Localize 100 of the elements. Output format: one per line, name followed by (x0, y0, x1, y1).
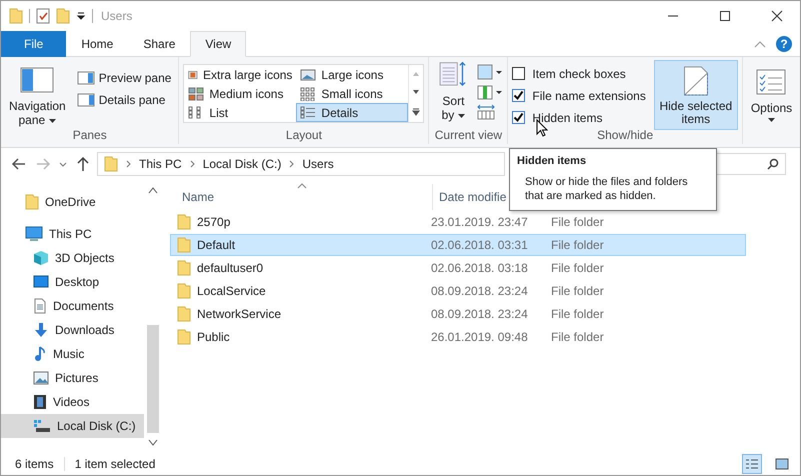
file-row[interactable]: 2570p 23.01.2019. 23:47 File folder (170, 211, 746, 233)
file-name: Default (197, 238, 236, 252)
breadcrumb[interactable]: Users (302, 157, 334, 171)
nav-item[interactable]: Videos (1, 390, 144, 414)
tooltip-text: Show or hide the files and folders that are marked as hidden. (524, 175, 689, 203)
chevron-icon (190, 160, 195, 168)
folder-icon (177, 260, 191, 276)
address-bar[interactable]: This PC Local Disk (C:) Users (97, 152, 505, 176)
scroll-down-icon[interactable] (411, 88, 422, 96)
checkbox[interactable] (512, 111, 526, 124)
grid-view-icon (300, 68, 316, 82)
nav-item[interactable]: OneDrive (1, 190, 144, 214)
ribbon-tab[interactable]: View (190, 31, 246, 57)
layout-option[interactable]: Small icons (296, 84, 408, 103)
folder-icon (177, 306, 191, 322)
breadcrumb[interactable]: Local Disk (C:) (202, 157, 282, 171)
ribbon-tab[interactable]: Home (66, 31, 128, 57)
nav-item[interactable]: This PC (1, 222, 144, 246)
file-row[interactable]: Public 26.01.2019. 09:48 File folder (170, 326, 746, 348)
group-label: Panes (72, 128, 107, 144)
group-by-icon[interactable] (477, 64, 504, 80)
hidden-file-icon (682, 66, 709, 96)
folder-icon (25, 194, 39, 210)
chevron-icon (289, 160, 294, 168)
file-name: Public (197, 330, 230, 344)
pane-button[interactable]: Preview pane (74, 68, 174, 88)
search-icon (767, 158, 779, 170)
type-cell: File folder (551, 261, 604, 275)
scroll-up-icon[interactable] (148, 186, 158, 194)
layout-option[interactable]: Medium icons (184, 84, 296, 103)
checkbox[interactable] (512, 89, 526, 102)
chevron-icon (126, 160, 131, 168)
date-cell-text: 08.09.2018. 23:24 (431, 284, 529, 298)
layout-option[interactable]: List (184, 103, 296, 122)
nav-item[interactable]: Documents (1, 294, 144, 318)
file-name: 2570p (197, 215, 230, 229)
scroll-down-icon[interactable] (148, 439, 158, 447)
navigation-pane-icon (20, 67, 54, 93)
pane-button[interactable]: Details pane (74, 90, 174, 110)
options-icon (756, 69, 786, 95)
add-columns-icon[interactable] (477, 84, 504, 100)
dropdown-icon[interactable] (76, 11, 86, 21)
nav-item[interactable]: Desktop (1, 270, 144, 294)
type-cell: File folder (551, 307, 604, 321)
properties-icon[interactable] (36, 8, 50, 24)
nav-item[interactable]: Downloads (1, 318, 144, 342)
date-cell-text: 08.09.2018. 23:24 (431, 307, 529, 321)
caret-icon (458, 114, 466, 118)
selection-count: 1 item selected (74, 457, 156, 471)
group-label: Current view (434, 128, 502, 144)
breadcrumb[interactable]: This PC (139, 157, 182, 171)
cube-icon (33, 250, 49, 266)
file-row[interactable]: LocalService 08.09.2018. 23:24 File folder (170, 280, 746, 302)
collapse-ribbon-icon[interactable] (754, 40, 766, 48)
sort-by-button[interactable]: Sort by (433, 60, 474, 125)
checkbox-option[interactable]: Hidden items (512, 108, 646, 127)
pictures-icon (33, 371, 49, 385)
folder-icon (56, 8, 70, 24)
caret-icon (49, 118, 56, 123)
checkbox-option[interactable]: File name extensions (512, 86, 646, 105)
layout-option[interactable]: Extra large icons (184, 65, 296, 84)
monitor-icon (25, 226, 43, 242)
folder-icon (177, 329, 191, 345)
type-cell: File folder (551, 330, 604, 344)
nav-item[interactable]: Pictures (1, 366, 144, 390)
column-header[interactable]: Name (170, 190, 432, 204)
list-view-icon (300, 106, 316, 120)
group-label: Show/hide (597, 128, 654, 144)
date-cell-text: 26.01.2019. 09:48 (431, 330, 529, 344)
details-view-button[interactable] (742, 454, 762, 474)
file-row[interactable]: defaultuser0 02.06.2018. 03:18 File folder (170, 257, 746, 279)
music-note-icon (33, 346, 47, 362)
large-icons-view-icon (775, 458, 789, 470)
file-row[interactable]: Default 02.06.2018. 03:31 File folder (170, 234, 746, 256)
nav-item[interactable]: 3D Objects (1, 246, 144, 270)
options-button[interactable]: Options (746, 60, 796, 125)
film-icon (33, 394, 47, 410)
file-row[interactable]: NetworkService 08.09.2018. 23:24 File folder (170, 303, 746, 325)
nav-item[interactable]: Local Disk (C:) (1, 414, 144, 438)
column-header[interactable]: Date modifie (432, 184, 506, 210)
layout-option[interactable]: Large icons (296, 65, 408, 84)
folder-icon (177, 283, 191, 299)
document-icon (33, 298, 47, 314)
type-cell: File folder (551, 284, 604, 298)
folder-icon (104, 156, 118, 172)
nav-item[interactable]: Music (1, 342, 144, 366)
help-button[interactable]: ? (776, 36, 792, 52)
checkbox-option[interactable]: Item check boxes (512, 64, 646, 83)
folder-icon (177, 214, 191, 230)
file-menu-tab[interactable]: File (1, 31, 66, 57)
caret-icon (768, 118, 775, 122)
layout-option[interactable]: Details (296, 103, 408, 122)
sort-ascending-icon (297, 183, 307, 189)
tooltip-title: Hidden items (517, 155, 588, 167)
hide-selected-items-button[interactable]: Hide selected items (654, 60, 738, 130)
checkbox[interactable] (512, 67, 526, 80)
navigation-pane-button[interactable]: Navigation pane (5, 60, 70, 130)
date-cell-text: 23.01.2019. 23:47 (431, 215, 529, 229)
ribbon-tab[interactable]: Share (128, 31, 190, 57)
expand-gallery-icon[interactable] (411, 106, 422, 117)
